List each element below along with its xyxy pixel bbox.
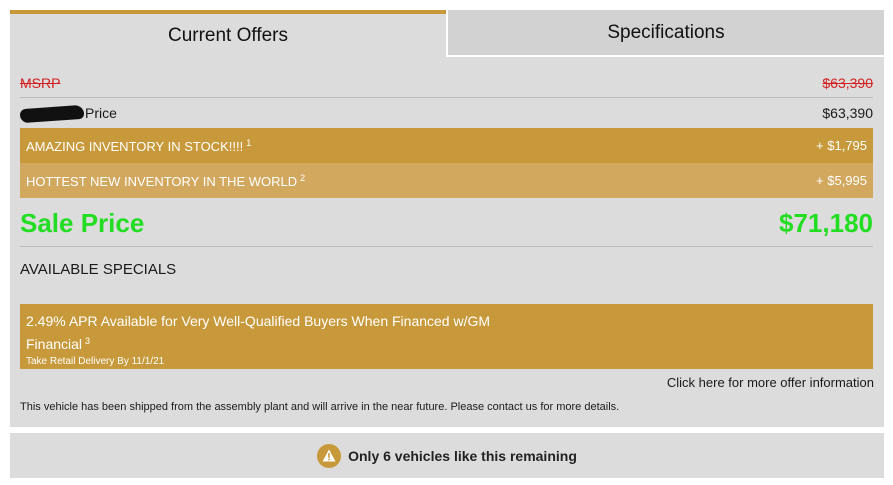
redaction-mark [19, 104, 85, 124]
sale-price-row: Sale Price $71,180 [20, 200, 873, 247]
shipping-note: This vehicle has been shipped from the a… [20, 401, 620, 413]
price-row: Price $63,390 [19, 98, 873, 128]
msrp-row: MSRP $63,390 [20, 69, 873, 98]
warning-icon-glyph [322, 449, 336, 462]
sale-price-label: Sale Price [20, 207, 145, 238]
offers-panel: MSRP $63,390 Price $63,390 AMAZING INVEN… [10, 57, 884, 427]
addon-footnote: 1 [246, 137, 252, 148]
addon-label-wrap: HOTTEST NEW INVENTORY IN THE WORLD 2 [26, 173, 305, 189]
addon-label: AMAZING INVENTORY IN STOCK!!!! [26, 138, 244, 154]
addon-value: + $5,995 [816, 173, 867, 188]
price-value: $63,390 [822, 105, 873, 121]
more-offer-info-link[interactable]: Click here for more offer information [667, 375, 874, 390]
msrp-value: $63,390 [822, 75, 873, 91]
availability-banner: Only 6 vehicles like this remaining [10, 433, 884, 478]
special-offer-card[interactable]: 2.49% APR Available for Very Well-Qualif… [20, 304, 873, 369]
offer-title-wrap: 2.49% APR Available for Very Well-Qualif… [26, 311, 516, 354]
tab-bar: Current Offers Specifications [10, 10, 884, 57]
addon-label: HOTTEST NEW INVENTORY IN THE WORLD [26, 173, 298, 189]
tab-current-offers[interactable]: Current Offers [10, 10, 446, 57]
price-label-wrap: Price [19, 104, 117, 124]
offer-title: 2.49% APR Available for Very Well-Qualif… [26, 313, 491, 352]
msrp-label: MSRP [20, 75, 61, 91]
tab-specifications[interactable]: Specifications [448, 10, 884, 57]
addon-value: + $1,795 [816, 138, 867, 153]
price-label: Price [85, 104, 117, 121]
offer-subtitle: Take Retail Delivery By 11/1/21 [26, 356, 165, 367]
addon-footnote: 2 [300, 172, 306, 183]
specials-heading: AVAILABLE SPECIALS [20, 261, 177, 278]
availability-text: Only 6 vehicles like this remaining [348, 447, 577, 464]
warning-icon [317, 443, 342, 468]
addon-row: HOTTEST NEW INVENTORY IN THE WORLD 2 + $5… [20, 163, 873, 198]
addon-label-wrap: AMAZING INVENTORY IN STOCK!!!! 1 [26, 138, 251, 154]
sale-price-value: $71,180 [779, 207, 873, 238]
offer-footnote: 3 [85, 336, 91, 346]
addon-row: AMAZING INVENTORY IN STOCK!!!! 1 + $1,795 [20, 128, 873, 163]
